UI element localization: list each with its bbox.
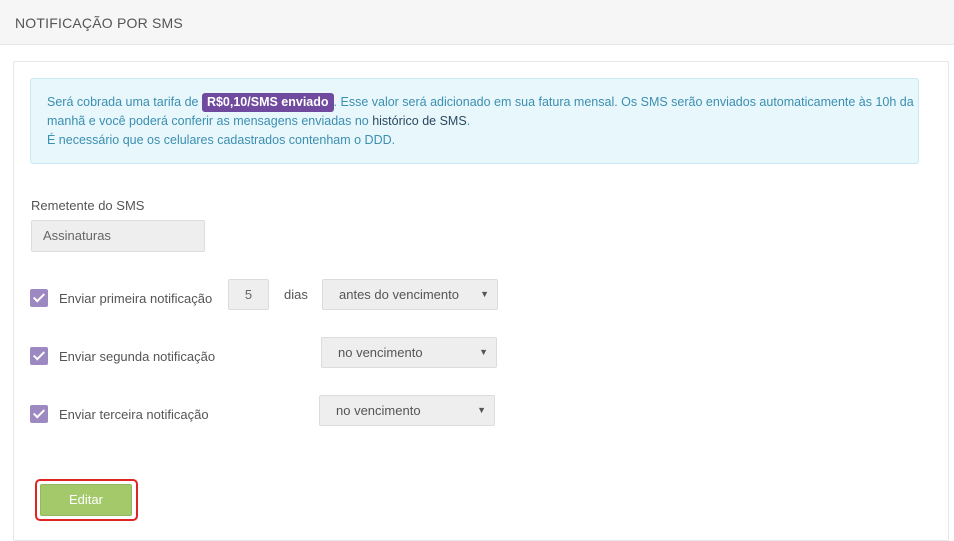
alert-line2-start: manhã e você poderá conferir as mensagen…	[47, 114, 373, 128]
second-timing-value: no vencimento	[338, 345, 423, 360]
second-notification-timing-select[interactable]: no vencimento ▼	[321, 337, 497, 368]
alert-line1-rest: . Esse valor será adicionado em sua fatu…	[333, 95, 914, 109]
page-title: NOTIFICAÇÃO POR SMS	[15, 15, 183, 31]
days-unit-label: dias	[284, 287, 308, 302]
third-notification-checkbox[interactable]	[30, 405, 48, 423]
second-notification-label: Enviar segunda notificação	[59, 349, 216, 364]
sender-input[interactable]: Assinaturas	[31, 220, 205, 252]
first-notification-checkbox[interactable]	[30, 289, 48, 307]
chevron-down-icon: ▼	[479, 347, 488, 357]
info-alert: Será cobrada uma tarifa de R$0,10/SMS en…	[30, 78, 919, 164]
sms-history-link[interactable]: histórico de SMS	[372, 114, 466, 128]
alert-line-3: É necessário que os celulares cadastrado…	[47, 133, 396, 147]
third-notification-timing-select[interactable]: no vencimento ▼	[319, 395, 495, 426]
price-badge: R$0,10/SMS enviado	[201, 93, 334, 112]
first-notification-label: Enviar primeira notificação	[59, 291, 213, 306]
alert-line2-end: .	[466, 114, 471, 128]
chevron-down-icon: ▼	[477, 405, 486, 415]
page-header: NOTIFICAÇÃO POR SMS	[0, 0, 954, 45]
days-input[interactable]: 5	[228, 279, 269, 310]
first-notification-timing-select[interactable]: antes do vencimento ▼	[322, 279, 498, 310]
alert-line-1: Será cobrada uma tarifa de R$0,10/SMS en…	[47, 93, 914, 112]
third-notification-label: Enviar terceira notificação	[59, 407, 209, 422]
second-notification-checkbox[interactable]	[30, 347, 48, 365]
sender-label: Remetente do SMS	[31, 198, 145, 213]
alert-prefix: Será cobrada uma tarifa de	[47, 95, 202, 109]
edit-button[interactable]: Editar	[40, 484, 132, 516]
chevron-down-icon: ▼	[480, 289, 489, 299]
first-timing-value: antes do vencimento	[339, 287, 459, 302]
third-timing-value: no vencimento	[336, 403, 421, 418]
alert-line-2: manhã e você poderá conferir as mensagen…	[47, 112, 902, 131]
